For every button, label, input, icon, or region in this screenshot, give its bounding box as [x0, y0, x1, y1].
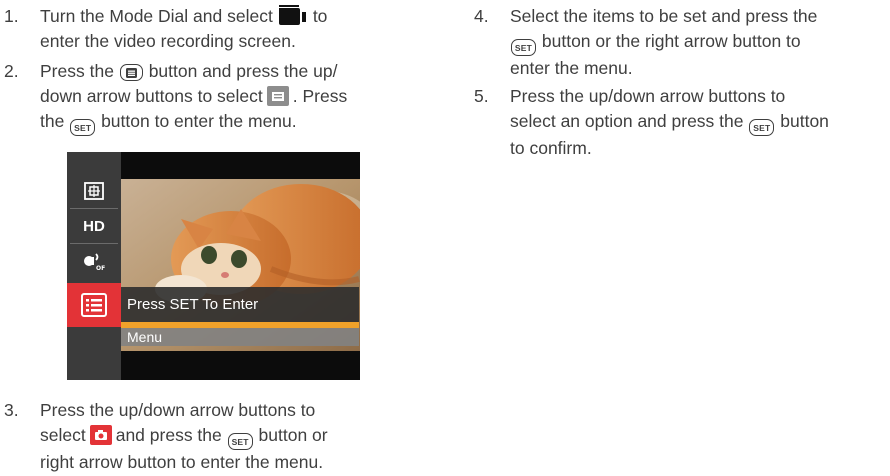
resolution-hd-label: HD — [83, 217, 105, 235]
set-button-icon: SET — [227, 433, 253, 450]
step-number: 5. — [474, 86, 489, 106]
video-mode-icon — [278, 5, 306, 25]
svg-text:OFF: OFF — [96, 265, 105, 271]
wind-cut-off-icon: OFF — [67, 244, 121, 278]
step-text: Press the — [40, 61, 114, 81]
step-text: select an option and press the — [510, 111, 744, 131]
step-text: select — [40, 425, 86, 445]
step-text: to confirm. — [510, 138, 592, 158]
menu-button-icon — [119, 64, 143, 81]
menu-tile-icon — [266, 86, 289, 106]
step-text: Press the up/down arrow buttons to — [40, 400, 316, 420]
set-button-icon: SET — [70, 119, 96, 136]
step-text: button — [780, 111, 829, 131]
step-text: right arrow button to enter the menu. — [40, 452, 324, 472]
camera-tile-icon — [89, 425, 112, 445]
exposure-metering-icon — [67, 174, 121, 208]
step-text: Select the items to be set and press the — [510, 6, 818, 26]
step-text: Turn the Mode Dial and select — [40, 6, 273, 26]
step-text: button or the right arrow button to — [541, 31, 801, 51]
step-text: the — [40, 111, 65, 131]
set-button-icon: SET — [749, 119, 775, 136]
camera-sidebar: HD OFF — [67, 152, 121, 380]
step-number: 4. — [474, 6, 489, 26]
step-text: button to enter the menu. — [101, 111, 297, 131]
manual-page: 1. Turn the Mode Dial and select to ente… — [0, 0, 890, 476]
step-number: 3. — [4, 400, 19, 420]
step-1: 1. Turn the Mode Dial and select to ente… — [4, 4, 364, 54]
step-5: 5. Press the up/down arrow buttons to se… — [474, 84, 886, 161]
camera-screen-illustration: HD OFF — [67, 152, 360, 380]
step-text: to — [312, 6, 328, 26]
step-text: button or — [258, 425, 328, 445]
step-2: 2. Press the button and press the up/ do… — [4, 59, 384, 136]
step-text: Press the up/down arrow buttons to — [510, 86, 786, 106]
step-text: down arrow buttons to select — [40, 86, 263, 106]
step-4: 4. Select the items to be set and press … — [474, 4, 886, 81]
step-text: enter the menu. — [510, 58, 633, 78]
menu-prompt-bar: Press SET To Enter — [121, 287, 359, 322]
step-text: and press the — [115, 425, 222, 445]
step-number: 1. — [4, 6, 19, 26]
step-3: 3. Press the up/down arrow buttons to se… — [4, 398, 384, 475]
set-button-icon: SET — [511, 39, 536, 56]
step-text: button and press the up/ — [148, 61, 338, 81]
menu-list-icon — [67, 288, 121, 322]
step-number: 2. — [4, 61, 19, 81]
menu-sub-label: Menu — [121, 328, 359, 346]
step-text: . Press — [292, 86, 348, 106]
step-text: enter the video recording screen. — [40, 31, 296, 51]
